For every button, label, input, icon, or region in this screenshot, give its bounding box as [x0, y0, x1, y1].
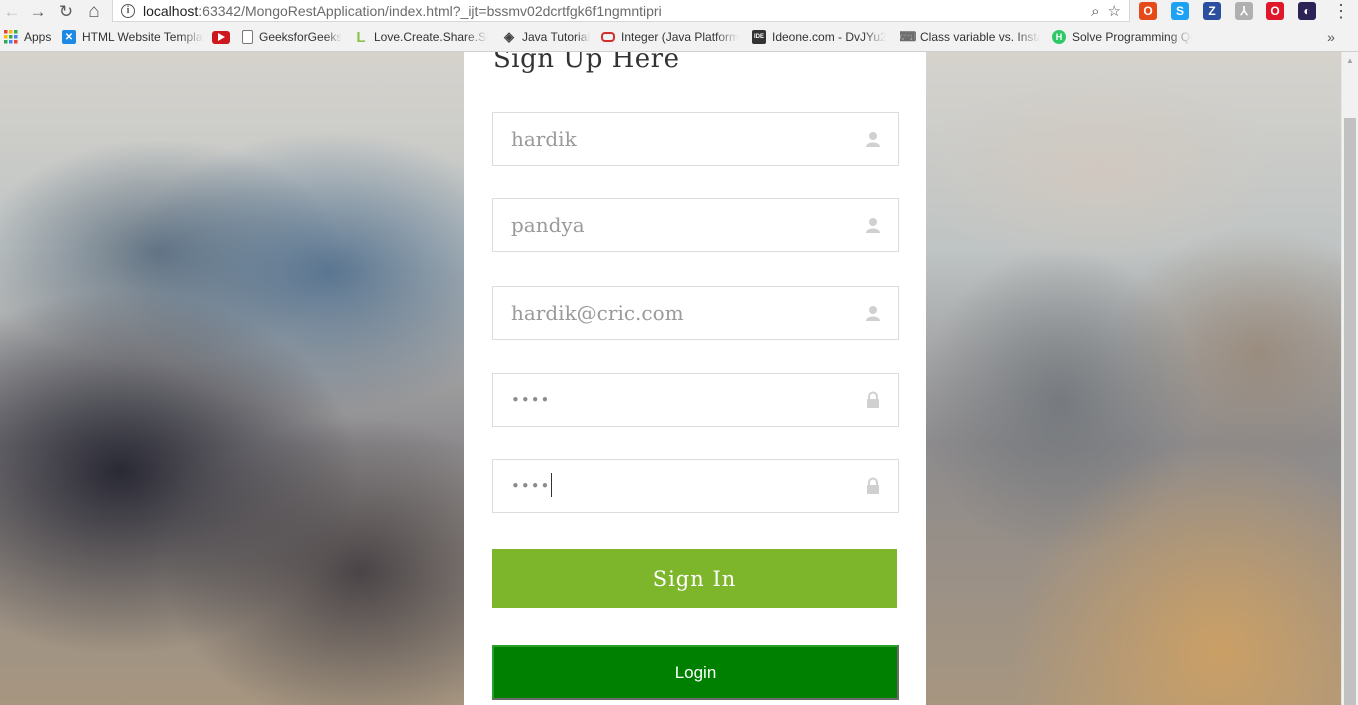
ideone-icon: IDE — [752, 30, 766, 44]
bookmark-label: HTML Website Templates — [82, 30, 204, 44]
templates-icon: ✕ — [62, 30, 76, 44]
class-variable-icon: ⌨ — [900, 29, 917, 44]
sign-in-button[interactable]: Sign In — [492, 549, 897, 608]
apps-grid-icon — [4, 30, 18, 44]
page-viewport: Sign Up Here hardik pandya hardik@cric.com… — [0, 52, 1341, 705]
browser-toolbar: ← → ↻ ⌂ i localhost:63342/MongoRestAppli… — [0, 0, 1358, 24]
scroll-up-icon[interactable]: ▲ — [1342, 52, 1358, 68]
last-name-field[interactable]: pandya — [492, 198, 899, 252]
java-tutorial-icon: ◈ — [504, 29, 514, 44]
youtube-icon — [212, 30, 230, 44]
user-icon — [864, 216, 882, 234]
opera-icon[interactable]: O — [1266, 2, 1284, 20]
forward-arrow-icon[interactable]: → — [26, 0, 50, 22]
bookmark-item[interactable]: ◈ Java Tutorial — [502, 26, 592, 48]
field-value: hardik — [511, 127, 577, 151]
bookmark-star-icon[interactable]: ☆ — [1108, 2, 1121, 20]
bookmark-label: GeeksforGeeks — [259, 30, 342, 44]
browser-chrome: ← → ↻ ⌂ i localhost:63342/MongoRestAppli… — [0, 0, 1358, 52]
skype-icon[interactable]: S — [1171, 2, 1189, 20]
form-title: Sign Up Here — [493, 52, 680, 74]
bookmark-item[interactable]: ⌨Class variable vs. Instance — [900, 26, 1040, 48]
bookmark-item[interactable] — [212, 26, 232, 48]
url-host: localhost — [143, 2, 199, 19]
eclipse-icon[interactable]: ◐ — [1298, 2, 1316, 20]
login-button[interactable]: Login — [492, 645, 899, 700]
field-value: •••• — [511, 391, 551, 409]
hackerrank-icon: H — [1052, 30, 1066, 44]
user-icon — [864, 304, 882, 322]
bookmark-item[interactable]: GeeksforGeeks — [242, 26, 342, 48]
bookmark-item[interactable]: L Love.Create.Share.Shout — [354, 26, 488, 48]
bookmark-item[interactable]: Apps — [4, 26, 52, 48]
reload-icon[interactable]: ↻ — [54, 0, 78, 22]
text-caret — [551, 473, 553, 497]
zoom-icon[interactable]: ⌕ — [1091, 3, 1099, 20]
pdf-icon[interactable]: ⅄ — [1235, 2, 1253, 20]
bookmark-label: Solve Programming Questions — [1072, 30, 1192, 44]
confirm-password-field[interactable]: •••••••• — [492, 459, 899, 513]
back-arrow-icon[interactable]: ← — [0, 0, 24, 22]
bookmark-item[interactable]: ✕ HTML Website Templates — [62, 26, 204, 48]
more-bookmarks-icon[interactable]: » — [1322, 26, 1340, 48]
zotero-icon[interactable]: Z — [1203, 2, 1221, 20]
signup-panel: Sign Up Here hardik pandya hardik@cric.com… — [464, 52, 926, 705]
page-icon — [242, 30, 253, 44]
info-icon[interactable]: i — [121, 3, 135, 18]
bookmark-label: Ideone.com - DvJYu2 — [772, 30, 886, 44]
bookmark-item[interactable]: H Solve Programming Questions — [1052, 26, 1192, 48]
password-field[interactable]: •••• — [492, 373, 899, 427]
address-bar[interactable]: i localhost:63342/MongoRestApplication/i… — [112, 0, 1130, 22]
first-name-field[interactable]: hardik — [492, 112, 899, 166]
oracle-icon — [601, 32, 615, 42]
lock-icon — [864, 477, 882, 495]
field-value: pandya — [511, 213, 585, 237]
bookmark-label: Apps — [24, 30, 52, 44]
email-field[interactable]: hardik@cric.com — [492, 286, 899, 340]
bookmark-item[interactable]: IDE Ideone.com - DvJYu2 — [752, 26, 886, 48]
url-path: :63342/MongoRestApplication/index.html?_… — [198, 2, 662, 19]
bookmarks-bar: Apps ✕ HTML Website Templates GeeksforGeeks… — [0, 26, 1358, 48]
bookmark-label: Java Tutorial — [522, 30, 591, 44]
office-icon[interactable]: O — [1139, 2, 1157, 20]
browser-menu-icon[interactable]: ⋮ — [1332, 0, 1350, 22]
bookmark-label: Love.Create.Share.Shout — [374, 30, 488, 44]
address-bar-actions: ⌕ ☆ — [1091, 0, 1121, 22]
love-create-icon: L — [356, 28, 366, 46]
bookmark-label: Integer (Java Platform SE 7) — [621, 30, 739, 44]
user-icon — [864, 130, 882, 148]
text-caret-wrap: •••• — [511, 460, 553, 512]
lock-icon — [864, 391, 882, 409]
field-value: hardik@cric.com — [511, 301, 684, 325]
bookmark-item[interactable]: Integer (Java Platform SE 7) — [601, 26, 739, 48]
scroll-thumb[interactable] — [1344, 118, 1356, 705]
page-scrollbar[interactable]: ▲ — [1341, 52, 1358, 705]
home-icon[interactable]: ⌂ — [82, 0, 106, 22]
bookmark-label: Class variable vs. Instance — [920, 30, 1040, 44]
